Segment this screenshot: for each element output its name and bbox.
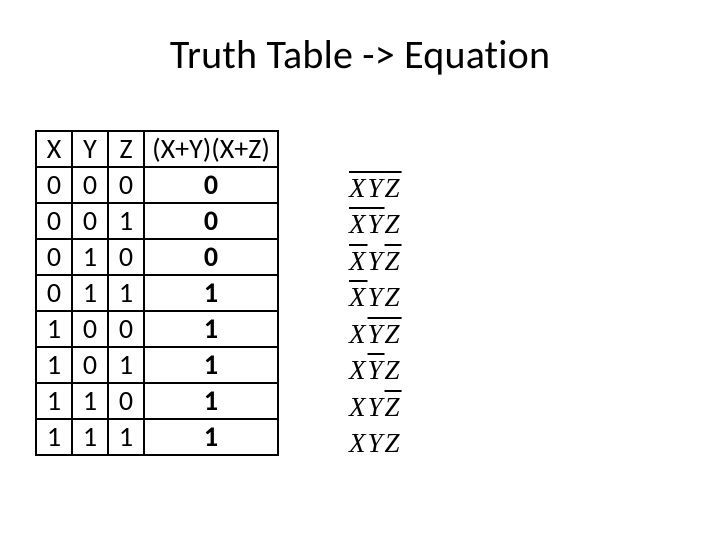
cell: 0: [36, 275, 72, 311]
minterm: XYZ: [349, 389, 402, 425]
table-row: 1 0 0 1: [36, 311, 278, 347]
table-row: 1 1 1 1: [36, 419, 278, 455]
minterm: XYZ: [349, 352, 402, 388]
cell: 0: [72, 167, 108, 203]
minterm: XYZ: [349, 243, 402, 279]
minterm-list: XYZXYZXYZXYZXYZXYZXYZXYZ: [349, 170, 402, 462]
minterm: XYZ: [349, 279, 402, 315]
minterm: XYZ: [349, 170, 402, 206]
table-row: 0 0 0 0: [36, 167, 278, 203]
minterm: XYZ: [349, 206, 402, 242]
cell: 1: [36, 383, 72, 419]
cell: 1: [36, 311, 72, 347]
cell: 1: [36, 419, 72, 455]
col-z: Z: [108, 131, 144, 167]
page-title: Truth Table -> Equation: [0, 30, 720, 79]
cell: 1: [36, 347, 72, 383]
cell: 0: [108, 311, 144, 347]
cell: 0: [72, 347, 108, 383]
content-area: X Y Z (X+Y)(X+Z) 0 0 0 0 0 0 1 0 0 1 0 0…: [35, 130, 402, 462]
cell: 0: [108, 239, 144, 275]
col-x: X: [36, 131, 72, 167]
table-header: X Y Z (X+Y)(X+Z): [36, 131, 278, 167]
cell: 1: [72, 275, 108, 311]
cell-out: 1: [144, 311, 278, 347]
cell-out: 1: [144, 347, 278, 383]
cell: 1: [72, 419, 108, 455]
cell: 0: [108, 167, 144, 203]
cell: 1: [108, 419, 144, 455]
cell: 0: [108, 383, 144, 419]
truth-table: X Y Z (X+Y)(X+Z) 0 0 0 0 0 0 1 0 0 1 0 0…: [35, 130, 279, 456]
cell: 1: [72, 383, 108, 419]
cell: 0: [72, 203, 108, 239]
cell: 0: [36, 203, 72, 239]
col-out: (X+Y)(X+Z): [144, 131, 278, 167]
cell-out: 1: [144, 383, 278, 419]
table-row: 0 0 1 0: [36, 203, 278, 239]
cell: 1: [108, 203, 144, 239]
table-row: 0 1 1 1: [36, 275, 278, 311]
cell-out: 0: [144, 203, 278, 239]
cell-out: 0: [144, 167, 278, 203]
cell-out: 0: [144, 239, 278, 275]
cell-out: 1: [144, 419, 278, 455]
cell-out: 1: [144, 275, 278, 311]
col-y: Y: [72, 131, 108, 167]
cell: 0: [36, 239, 72, 275]
cell: 1: [108, 347, 144, 383]
table-row: 1 0 1 1: [36, 347, 278, 383]
cell: 1: [108, 275, 144, 311]
cell: 1: [72, 239, 108, 275]
cell: 0: [72, 311, 108, 347]
table-row: 1 1 0 1: [36, 383, 278, 419]
cell: 0: [36, 167, 72, 203]
minterm: XYZ: [349, 425, 402, 461]
table-row: 0 1 0 0: [36, 239, 278, 275]
minterm: XYZ: [349, 316, 402, 352]
